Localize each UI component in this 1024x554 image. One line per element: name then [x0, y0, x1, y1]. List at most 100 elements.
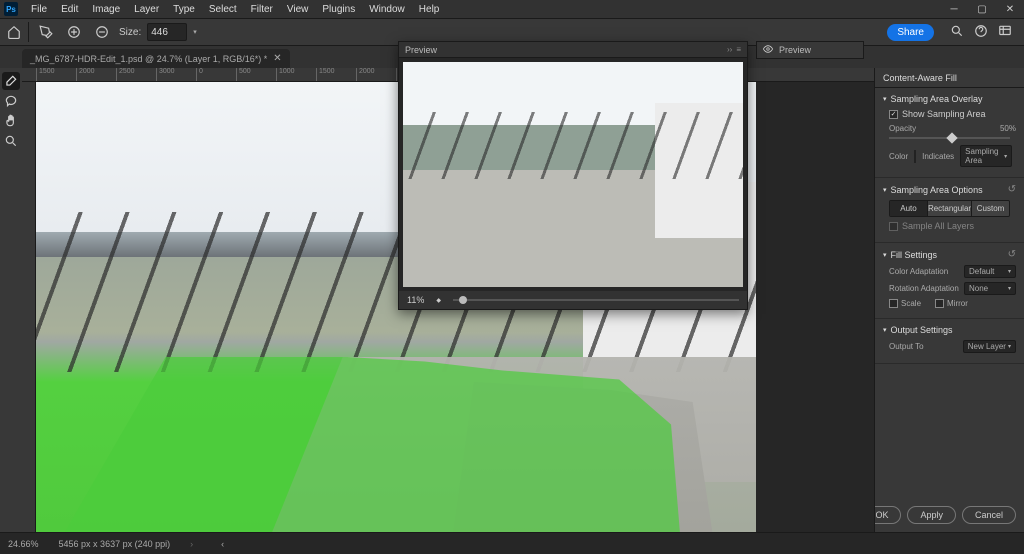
size-label: Size: [119, 27, 141, 38]
opacity-label: Opacity [889, 124, 916, 133]
output-to-dropdown[interactable]: New Layer▾ [963, 340, 1016, 353]
zoom-slider-dot-icon: ◆ [436, 297, 441, 304]
reset-icon[interactable]: ↺ [1008, 249, 1016, 260]
window-controls: ─ ▢ ✕ [940, 0, 1024, 18]
color-adapt-dropdown[interactable]: Default▾ [964, 265, 1016, 278]
menu-view[interactable]: View [280, 2, 316, 17]
checkbox-icon [889, 299, 898, 308]
document-tab[interactable]: _MG_6787-HDR-Edit_1.psd @ 24.7% (Layer 1… [22, 49, 290, 68]
slider-thumb-icon[interactable] [459, 296, 467, 304]
sampling-options-header[interactable]: ▾Sampling Area Options↺ [883, 184, 1016, 195]
ruler-tick: 1500 [36, 68, 76, 81]
ruler-tick: 1000 [276, 68, 316, 81]
chevron-down-icon: ▾ [1008, 343, 1011, 350]
rot-adapt-label: Rotation Adaptation [889, 284, 959, 293]
size-dropdown-icon[interactable]: ▾ [193, 28, 197, 36]
docked-preview-tab[interactable]: Preview [756, 41, 864, 59]
color-adapt-label: Color Adaptation [889, 267, 948, 276]
properties-panel: Content-Aware Fill ▾Sampling Area Overla… [874, 68, 1024, 532]
sample-all-layers-checkbox[interactable]: Sample All Layers [889, 221, 1016, 231]
brush-size-input[interactable] [147, 23, 187, 41]
rot-adapt-dropdown[interactable]: None▾ [964, 282, 1016, 295]
doc-dimensions: 5456 px x 3637 px (240 ppi) [59, 539, 171, 549]
panel-menu-icon[interactable]: ≡ [736, 45, 741, 54]
opacity-slider[interactable] [889, 137, 1010, 139]
menu-layer[interactable]: Layer [127, 2, 166, 17]
home-icon[interactable] [6, 24, 22, 40]
chevron-left-icon[interactable]: ‹ [221, 539, 224, 549]
ruler-tick: 0 [196, 68, 236, 81]
hand-tool-icon[interactable] [2, 112, 20, 130]
ruler-tick: 3000 [156, 68, 196, 81]
cancel-button[interactable]: Cancel [962, 506, 1016, 524]
apply-button[interactable]: Apply [907, 506, 956, 524]
close-tab-icon[interactable]: ✕ [273, 53, 281, 64]
sampling-rectangular-button[interactable]: Rectangular [927, 201, 971, 216]
ruler-tick: 1500 [316, 68, 356, 81]
sampling-auto-button[interactable]: Auto [890, 201, 927, 216]
preview-canvas[interactable] [399, 58, 747, 291]
window-minimize-icon[interactable]: ─ [940, 0, 968, 18]
mirror-checkbox[interactable]: Mirror [935, 299, 968, 308]
sampling-brush-tool-icon[interactable] [2, 72, 20, 90]
overlay-color-swatch[interactable] [914, 150, 916, 163]
sampling-custom-button[interactable]: Custom [971, 201, 1009, 216]
left-toolbar [0, 68, 22, 532]
window-restore-icon[interactable]: ▢ [968, 0, 996, 18]
menu-help[interactable]: Help [412, 2, 447, 17]
opacity-value[interactable]: 50% [992, 124, 1016, 133]
menu-filter[interactable]: Filter [244, 2, 280, 17]
menu-type[interactable]: Type [166, 2, 202, 17]
menu-plugins[interactable]: Plugins [315, 2, 362, 17]
panel-title: Content-Aware Fill [875, 68, 1024, 88]
lasso-tool-icon[interactable] [2, 92, 20, 110]
statusbar: 24.66% 5456 px x 3637 px (240 ppi) › ‹ [0, 532, 1024, 554]
docked-preview-label: Preview [779, 45, 811, 55]
chevron-right-icon[interactable]: › [190, 539, 193, 549]
search-icon[interactable] [950, 24, 966, 40]
menu-select[interactable]: Select [202, 2, 244, 17]
checkbox-icon [935, 299, 944, 308]
brush-tool-icon[interactable] [35, 21, 57, 43]
chevron-down-icon: ▾ [1004, 153, 1007, 160]
chevron-down-icon: ▾ [883, 186, 887, 194]
fill-settings-header[interactable]: ▾Fill Settings↺ [883, 249, 1016, 260]
eye-icon [763, 44, 773, 56]
reset-icon[interactable]: ↺ [1008, 184, 1016, 195]
window-close-icon[interactable]: ✕ [996, 0, 1024, 18]
preview-title: Preview [405, 45, 437, 55]
sampling-overlay-header[interactable]: ▾Sampling Area Overlay [883, 94, 1016, 104]
preview-panel[interactable]: Preview ›› ≡ 11% ◆ [398, 41, 748, 310]
color-label: Color [889, 152, 908, 161]
preview-zoom-value[interactable]: 11% [407, 295, 424, 305]
add-overlay-icon[interactable] [63, 21, 85, 43]
workspace-icon[interactable] [998, 24, 1014, 40]
chevron-down-icon: ▾ [1008, 285, 1011, 292]
chevron-down-icon: ▾ [883, 251, 887, 259]
share-button[interactable]: Share [887, 24, 934, 41]
subtract-overlay-icon[interactable] [91, 21, 113, 43]
menu-window[interactable]: Window [362, 2, 412, 17]
show-sampling-checkbox[interactable]: Show Sampling Area [889, 109, 1016, 119]
vertical-ruler [22, 82, 36, 532]
collapse-icon[interactable]: ›› [727, 45, 732, 54]
menu-file[interactable]: File [24, 2, 54, 17]
scale-checkbox[interactable]: Scale [889, 299, 921, 308]
help-icon[interactable] [974, 24, 990, 40]
checkbox-icon [889, 110, 898, 119]
chevron-down-icon: ▾ [1008, 268, 1011, 275]
checkbox-icon [889, 222, 898, 231]
zoom-tool-icon[interactable] [2, 132, 20, 150]
ruler-tick: 500 [236, 68, 276, 81]
app-logo: Ps [4, 2, 18, 16]
output-settings-header[interactable]: ▾Output Settings [883, 325, 1016, 335]
menu-image[interactable]: Image [85, 2, 127, 17]
slider-thumb-icon[interactable] [947, 132, 958, 143]
ok-button[interactable]: OK [874, 506, 901, 524]
zoom-level[interactable]: 24.66% [8, 539, 39, 549]
menu-edit[interactable]: Edit [54, 2, 85, 17]
preview-zoom-slider[interactable] [453, 299, 739, 301]
ruler-tick: 2500 [116, 68, 156, 81]
indicates-dropdown[interactable]: Sampling Area▾ [960, 145, 1012, 167]
menubar: Ps File Edit Image Layer Type Select Fil… [0, 0, 1024, 18]
